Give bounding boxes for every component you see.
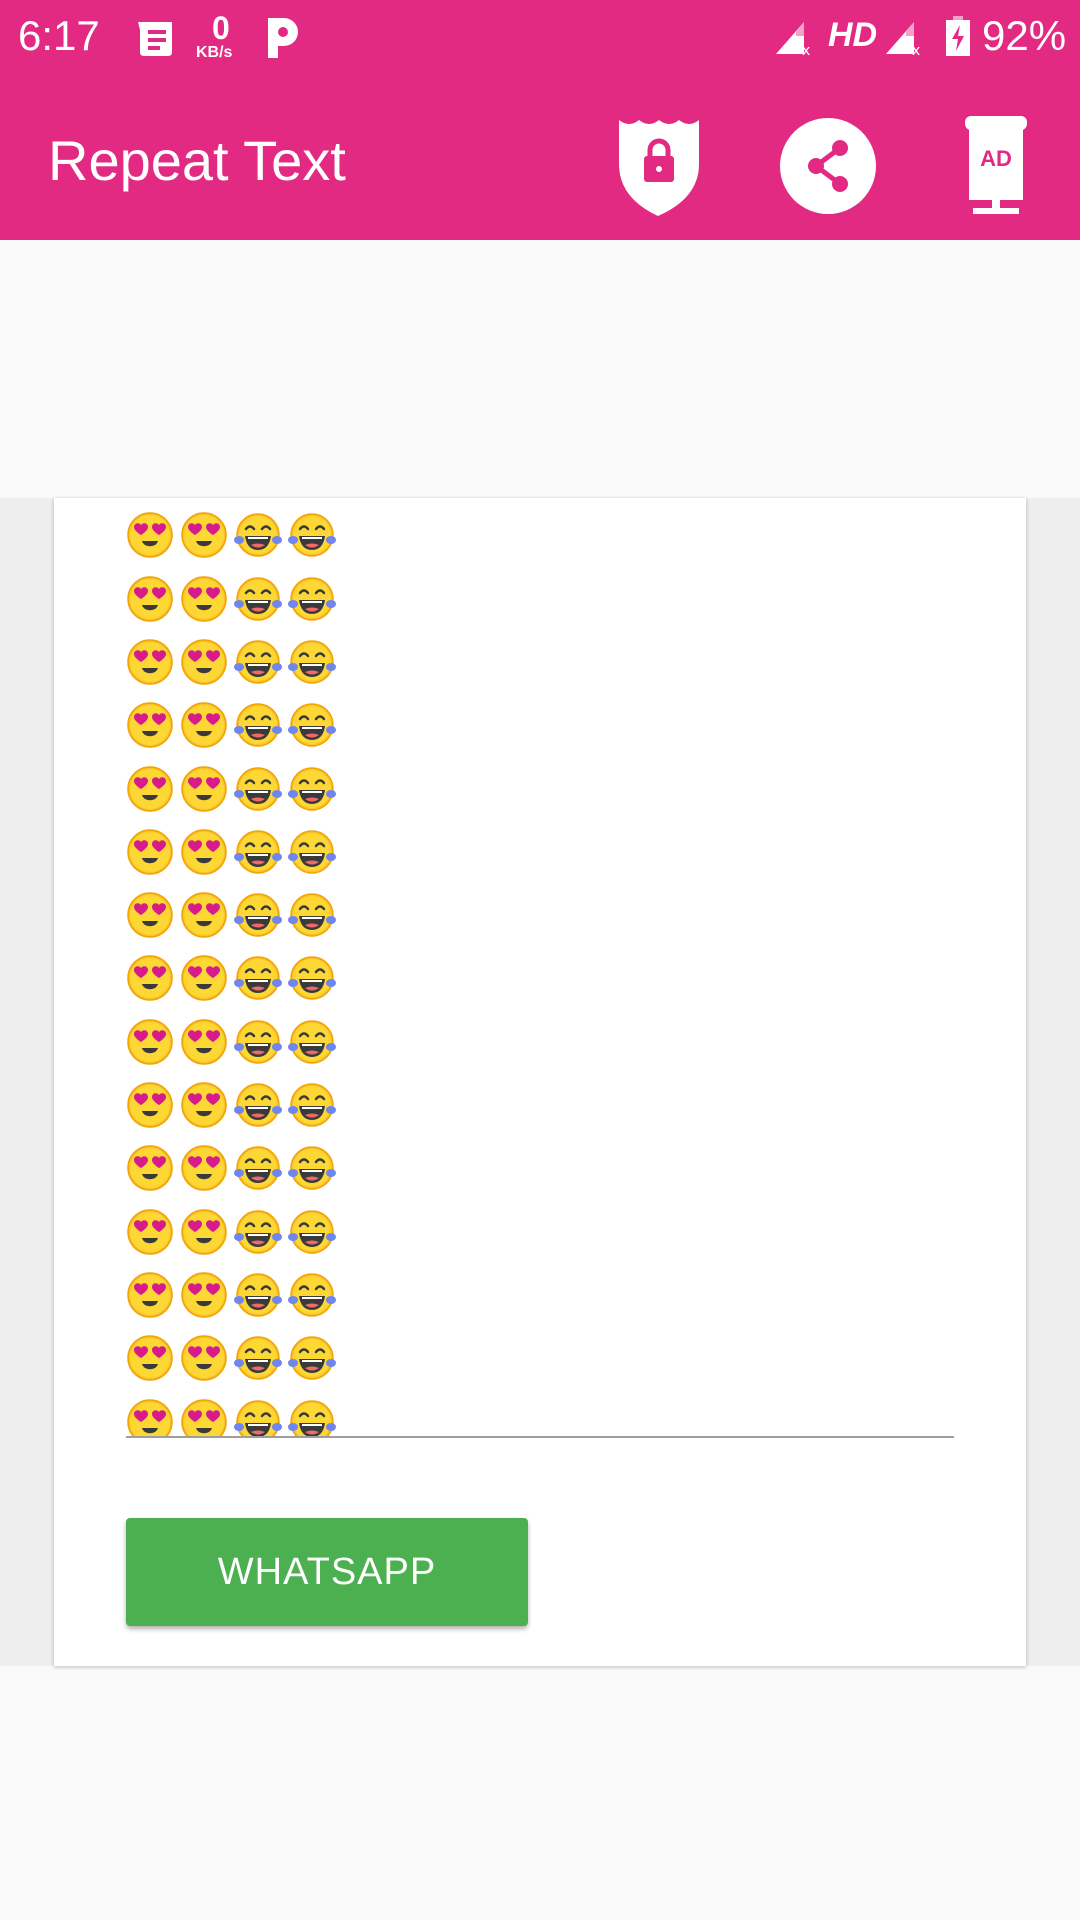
- privacy-button[interactable]: [605, 106, 715, 226]
- ad-banner-area: [0, 240, 1080, 498]
- app-toolbar: Repeat Text AD: [0, 96, 1080, 240]
- privacy-shield-lock-icon: [619, 120, 699, 216]
- page-title: Repeat Text: [48, 129, 346, 192]
- battery-charging-icon: [946, 16, 970, 56]
- share-icon: [780, 118, 876, 214]
- repeated-text-field[interactable]: 😍😍😂😂 😍😍😂😂 😍😍😂😂 😍😍😂😂 😍😍😂😂 😍😍😂😂 😍😍😂😂 😍😍😂😂 …: [126, 498, 954, 1436]
- content-card: 😍😍😂😂 😍😍😂😂 😍😍😂😂 😍😍😂😂 😍😍😂😂 😍😍😂😂 😍😍😂😂 😍😍😂😂 …: [54, 498, 1026, 1666]
- whatsapp-share-button[interactable]: WHATSAPP: [126, 1518, 528, 1626]
- ad-icon: AD: [965, 116, 1027, 214]
- status-time: 6:17: [18, 12, 100, 59]
- svg-text:x: x: [912, 43, 920, 56]
- network-type: HD: [828, 16, 878, 54]
- svg-text:AD: AD: [980, 146, 1012, 171]
- signal-no-service-icon: x: [776, 22, 810, 56]
- net-speed-unit: KB/s: [196, 44, 233, 61]
- repeated-text-output[interactable]: 😍😍😂😂 😍😍😂😂 😍😍😂😂 😍😍😂😂 😍😍😂😂 😍😍😂😂 😍😍😂😂 😍😍😂😂 …: [126, 498, 954, 1438]
- battery-level: 92%: [982, 12, 1067, 59]
- net-speed-value: 0: [212, 10, 230, 46]
- share-button[interactable]: [773, 106, 883, 226]
- notification-message-icon: [138, 22, 172, 56]
- signal-no-service-icon-2: x: [886, 22, 920, 56]
- status-bar: 6:17 0 KB/s x HD x 92%: [0, 0, 1080, 96]
- parking-app-icon: [268, 18, 298, 58]
- remove-ads-button[interactable]: AD: [941, 106, 1051, 226]
- svg-text:x: x: [802, 43, 810, 56]
